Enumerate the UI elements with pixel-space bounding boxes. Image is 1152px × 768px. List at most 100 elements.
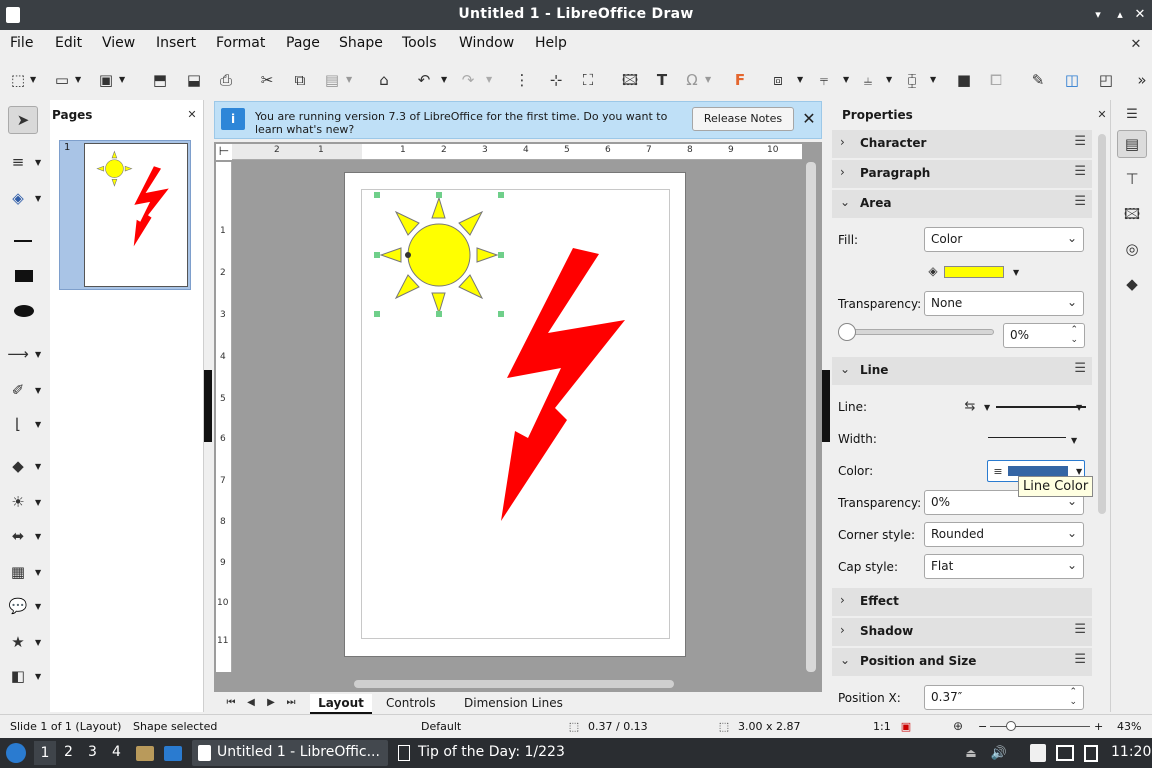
glue-points-icon[interactable]: ◫ [1062, 70, 1082, 90]
tab-controls[interactable]: Controls [386, 696, 436, 710]
file-manager-icon[interactable] [136, 746, 154, 761]
gallery-deck-icon[interactable]: 🖾 [1121, 203, 1143, 225]
taskbar-item-tip[interactable]: Tip of the Day: 1/223 [418, 744, 565, 760]
callouts-tool-icon[interactable]: 💬 [6, 596, 30, 616]
position-x-spin[interactable]: 0.37″ ⌃ ⌄ [924, 685, 1084, 710]
vertical-scrollbar[interactable] [806, 162, 816, 672]
menu-view[interactable]: View [102, 35, 135, 51]
fill-select[interactable]: Color ⌄ [924, 227, 1084, 252]
new-icon[interactable]: ⬚ [8, 70, 28, 90]
align-icon[interactable]: ⫧ [814, 70, 834, 90]
arrange-icon[interactable]: ⫨ [858, 70, 878, 90]
status-zoom[interactable]: 43% [1117, 720, 1141, 733]
close-pages-pane-icon[interactable]: ✕ [186, 108, 198, 120]
battery-icon[interactable] [1084, 745, 1098, 762]
corner-style-select[interactable]: Rounded ⌄ [924, 522, 1084, 547]
redo-icon[interactable]: ↷ [458, 70, 478, 90]
section-effect[interactable]: › Effect [832, 588, 1092, 616]
section-position-size[interactable]: ⌄ Position and Size ☰ [832, 648, 1092, 676]
rectangle-tool-icon[interactable] [15, 270, 33, 282]
menu-insert[interactable]: Insert [156, 35, 196, 51]
crop-icon[interactable]: ⧠ [986, 70, 1006, 90]
basic-shapes-tool-icon[interactable]: ◆ [6, 456, 30, 476]
block-arrows-tool-icon[interactable]: ⬌ [6, 526, 30, 546]
line-style-select[interactable] [996, 392, 1086, 408]
zoom-out-button[interactable]: − [978, 720, 987, 733]
grid-icon[interactable]: ⋮ [512, 70, 532, 90]
copy-icon[interactable]: ⧉ [290, 70, 310, 90]
export-icon[interactable]: ⬒ [150, 70, 170, 90]
start-menu-icon[interactable] [6, 743, 26, 763]
network-icon[interactable] [1056, 745, 1074, 761]
show-desktop-icon[interactable] [164, 746, 182, 761]
arrow-style-icon[interactable]: ⇆ [960, 398, 980, 414]
last-tab-icon[interactable]: ⏭ [284, 696, 298, 710]
export-pdf-icon[interactable]: ⬓ [184, 70, 204, 90]
symbol-shapes-tool-icon[interactable]: ☀ [6, 492, 30, 512]
save-icon[interactable]: ▣ [96, 70, 116, 90]
paste-icon[interactable]: ▤ [322, 70, 342, 90]
transparency-slider[interactable] [840, 329, 994, 335]
tray-arrow-icon[interactable]: ⏏ [963, 745, 979, 761]
distribute-icon[interactable]: ⧮ [902, 70, 922, 90]
workspace-3[interactable]: 3 [88, 744, 97, 760]
arrow-line-tool-icon[interactable]: ⟶ [6, 344, 30, 364]
fill-color-tool-icon[interactable]: ◈ [6, 188, 30, 208]
section-paragraph[interactable]: › Paragraph ☰ [832, 160, 1092, 188]
zoom-slider-thumb[interactable] [1006, 721, 1016, 731]
cut-icon[interactable]: ✂ [257, 70, 277, 90]
zoom-pan-icon[interactable]: ⛶ [578, 70, 598, 90]
taskbar-item-draw[interactable]: Untitled 1 - LibreOffic... [192, 740, 388, 766]
points-icon[interactable]: ✎ [1028, 70, 1048, 90]
zoom-slider[interactable] [990, 726, 1090, 727]
open-icon[interactable]: ▭ [52, 70, 72, 90]
menu-file[interactable]: File [10, 35, 33, 51]
insert-textbox-icon[interactable]: T [652, 70, 672, 90]
release-notes-button[interactable]: Release Notes [692, 107, 794, 131]
undo-icon[interactable]: ↶ [414, 70, 434, 90]
section-shadow[interactable]: › Shadow ☰ [832, 618, 1092, 646]
menu-page[interactable]: Page [286, 35, 320, 51]
shadow-icon[interactable]: ■ [954, 70, 974, 90]
helplines-icon[interactable]: ⊹ [546, 70, 566, 90]
previous-tab-icon[interactable]: ◀ [244, 696, 258, 710]
transparency-spin[interactable]: 0% ⌃ ⌄ [1003, 323, 1085, 348]
menu-window[interactable]: Window [459, 35, 514, 51]
first-tab-icon[interactable]: ⏮ [224, 696, 238, 710]
cap-style-select[interactable]: Flat ⌄ [924, 554, 1084, 579]
properties-deck-icon[interactable]: ▤ [1117, 130, 1147, 158]
close-infobar-icon[interactable]: ✕ [799, 108, 819, 130]
left-splitter-handle[interactable] [204, 370, 212, 442]
insert-image-icon[interactable]: 🖾 [620, 70, 640, 90]
close-document-icon[interactable]: ✕ [1128, 36, 1144, 52]
close-sidebar-icon[interactable]: ✕ [1096, 108, 1108, 120]
clone-formatting-icon[interactable]: ⌂ [374, 70, 394, 90]
line-color-tool-icon[interactable]: ≡ [6, 152, 30, 172]
sidebar-scrollbar[interactable] [1098, 134, 1106, 514]
line-width-select[interactable] [988, 437, 1066, 438]
sidebar-menu-icon[interactable]: ☰ [1123, 106, 1141, 122]
zoom-in-button[interactable]: + [1094, 720, 1103, 733]
section-character[interactable]: › Character ☰ [832, 130, 1092, 158]
maximize-icon[interactable]: ▴ [1112, 6, 1128, 22]
tab-layout[interactable]: Layout [310, 694, 372, 714]
transformations-icon[interactable]: ⧈ [768, 70, 788, 90]
curve-tool-icon[interactable]: ✐ [6, 380, 30, 400]
transparency-slider-thumb[interactable] [838, 323, 856, 341]
menu-format[interactable]: Format [216, 35, 265, 51]
fontwork-icon[interactable]: F [730, 70, 750, 90]
workspace-1[interactable]: 1 [34, 741, 56, 765]
special-character-icon[interactable]: Ω [682, 70, 702, 90]
menu-tools[interactable]: Tools [402, 35, 437, 51]
volume-icon[interactable]: 🔊 [990, 745, 1008, 761]
menu-help[interactable]: Help [535, 35, 567, 51]
toggle-extrusion-icon[interactable]: ◰ [1096, 70, 1116, 90]
fit-page-icon[interactable]: ⊕ [951, 719, 965, 733]
drawing-page[interactable] [344, 172, 686, 657]
section-line[interactable]: ⌄ Line ☰ [832, 357, 1092, 385]
ellipse-tool-icon[interactable] [14, 305, 34, 317]
page-thumbnail[interactable]: 1 [59, 140, 191, 290]
right-splitter-handle[interactable] [822, 370, 830, 442]
line-tool-icon[interactable] [14, 240, 32, 242]
3d-objects-tool-icon[interactable]: ◧ [6, 666, 30, 686]
